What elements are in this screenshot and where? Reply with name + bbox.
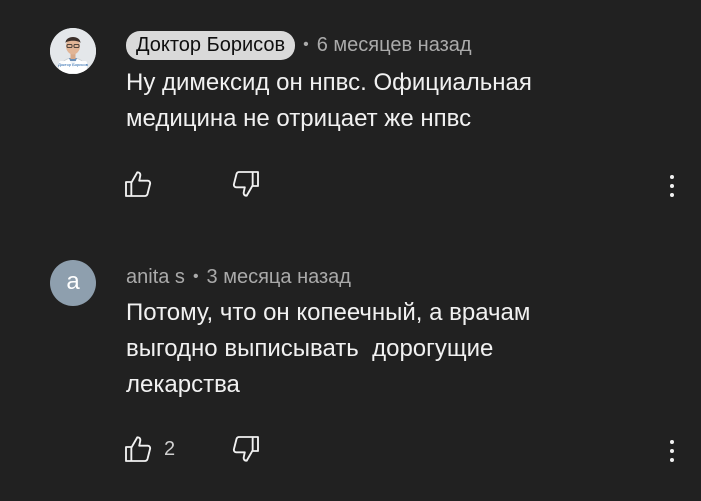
comment-text: Ну димексид он нпвс. Официальная медицин… xyxy=(126,65,646,137)
separator: • xyxy=(192,268,199,285)
svg-text:Доктор Борисов: Доктор Борисов xyxy=(58,62,88,67)
like-button[interactable]: 2 xyxy=(122,433,175,465)
comment-actions: 2 xyxy=(122,433,682,469)
thumb-up-icon xyxy=(125,436,152,462)
thumb-down-icon xyxy=(232,171,259,197)
more-dot xyxy=(670,440,674,444)
doctor-avatar-image: Доктор Борисов xyxy=(50,28,96,74)
separator: • xyxy=(303,36,309,53)
avatar[interactable]: Доктор Борисов xyxy=(50,28,96,74)
author-name[interactable]: Доктор Борисов xyxy=(126,30,296,60)
timestamp[interactable]: 6 месяцев назад xyxy=(317,34,472,57)
comment-item: Доктор Борисов Доктор Борисов • 6 месяце… xyxy=(0,0,701,250)
more-vert-icon[interactable] xyxy=(662,435,682,467)
comment-line: медицина не отрицает же нпвс xyxy=(126,105,472,132)
author-name[interactable]: anita s xyxy=(126,266,185,289)
more-dot xyxy=(670,193,674,197)
like-button[interactable] xyxy=(122,168,164,200)
thumb-down-icon xyxy=(232,436,259,462)
more-dot xyxy=(670,175,674,179)
comment-actions xyxy=(122,168,682,204)
comment-line: Потому, что он копеечный, а врачам xyxy=(126,299,531,326)
dislike-button[interactable] xyxy=(230,168,262,200)
more-dot xyxy=(670,184,674,188)
timestamp[interactable]: 3 месяца назад xyxy=(207,266,351,289)
more-dot xyxy=(670,458,674,462)
dislike-button[interactable] xyxy=(230,433,262,465)
comment-item: a anita s • 3 месяца назад Потому, что о… xyxy=(0,250,701,501)
thumb-up-icon xyxy=(125,171,152,197)
comment-line: лекарства xyxy=(126,371,240,398)
comment-line: выгодно выписывать дорогущие xyxy=(126,335,494,362)
comment-line: Ну димексид он нпвс. Официальная xyxy=(126,69,532,96)
more-dot xyxy=(670,449,674,453)
comment-text: Потому, что он копеечный, а врачам выгод… xyxy=(126,295,646,403)
avatar[interactable]: a xyxy=(50,260,96,306)
like-count: 2 xyxy=(164,437,176,460)
comment-header: Доктор Борисов • 6 месяцев назад xyxy=(126,30,472,60)
avatar-letter: a xyxy=(66,268,80,295)
more-vert-icon[interactable] xyxy=(662,170,682,202)
comment-header: anita s • 3 месяца назад xyxy=(126,262,351,292)
